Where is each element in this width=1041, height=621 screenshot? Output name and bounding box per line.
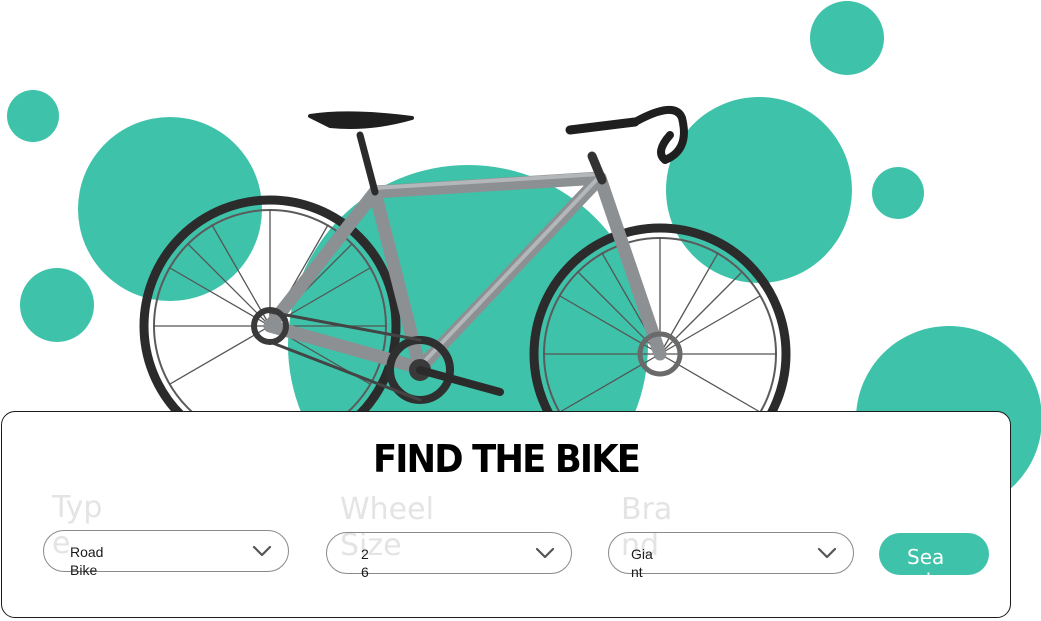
- search-button-label: Search: [907, 545, 945, 575]
- chevron-down-icon: [817, 547, 837, 559]
- wheel-size-select[interactable]: 26: [326, 532, 572, 580]
- road-bike-image: [139, 106, 791, 420]
- brand-select[interactable]: Giant: [608, 532, 854, 580]
- decor-circle: [872, 167, 924, 219]
- type-select-value: Road Bike: [70, 544, 104, 578]
- bike-search-panel: FIND THE BIKE Type Road Bike Wheel Size …: [1, 411, 1011, 618]
- decor-circle: [7, 90, 59, 142]
- panel-title: FIND THE BIKE: [372, 437, 641, 481]
- type-select[interactable]: Road Bike: [43, 530, 289, 578]
- brand-select-value: Giant: [631, 546, 653, 580]
- search-button[interactable]: Search: [879, 533, 989, 575]
- wheel-size-select-value: 26: [361, 546, 369, 580]
- chevron-down-icon: [252, 545, 272, 557]
- decor-circle: [810, 1, 884, 75]
- chevron-down-icon: [535, 547, 555, 559]
- decor-circle: [20, 268, 94, 342]
